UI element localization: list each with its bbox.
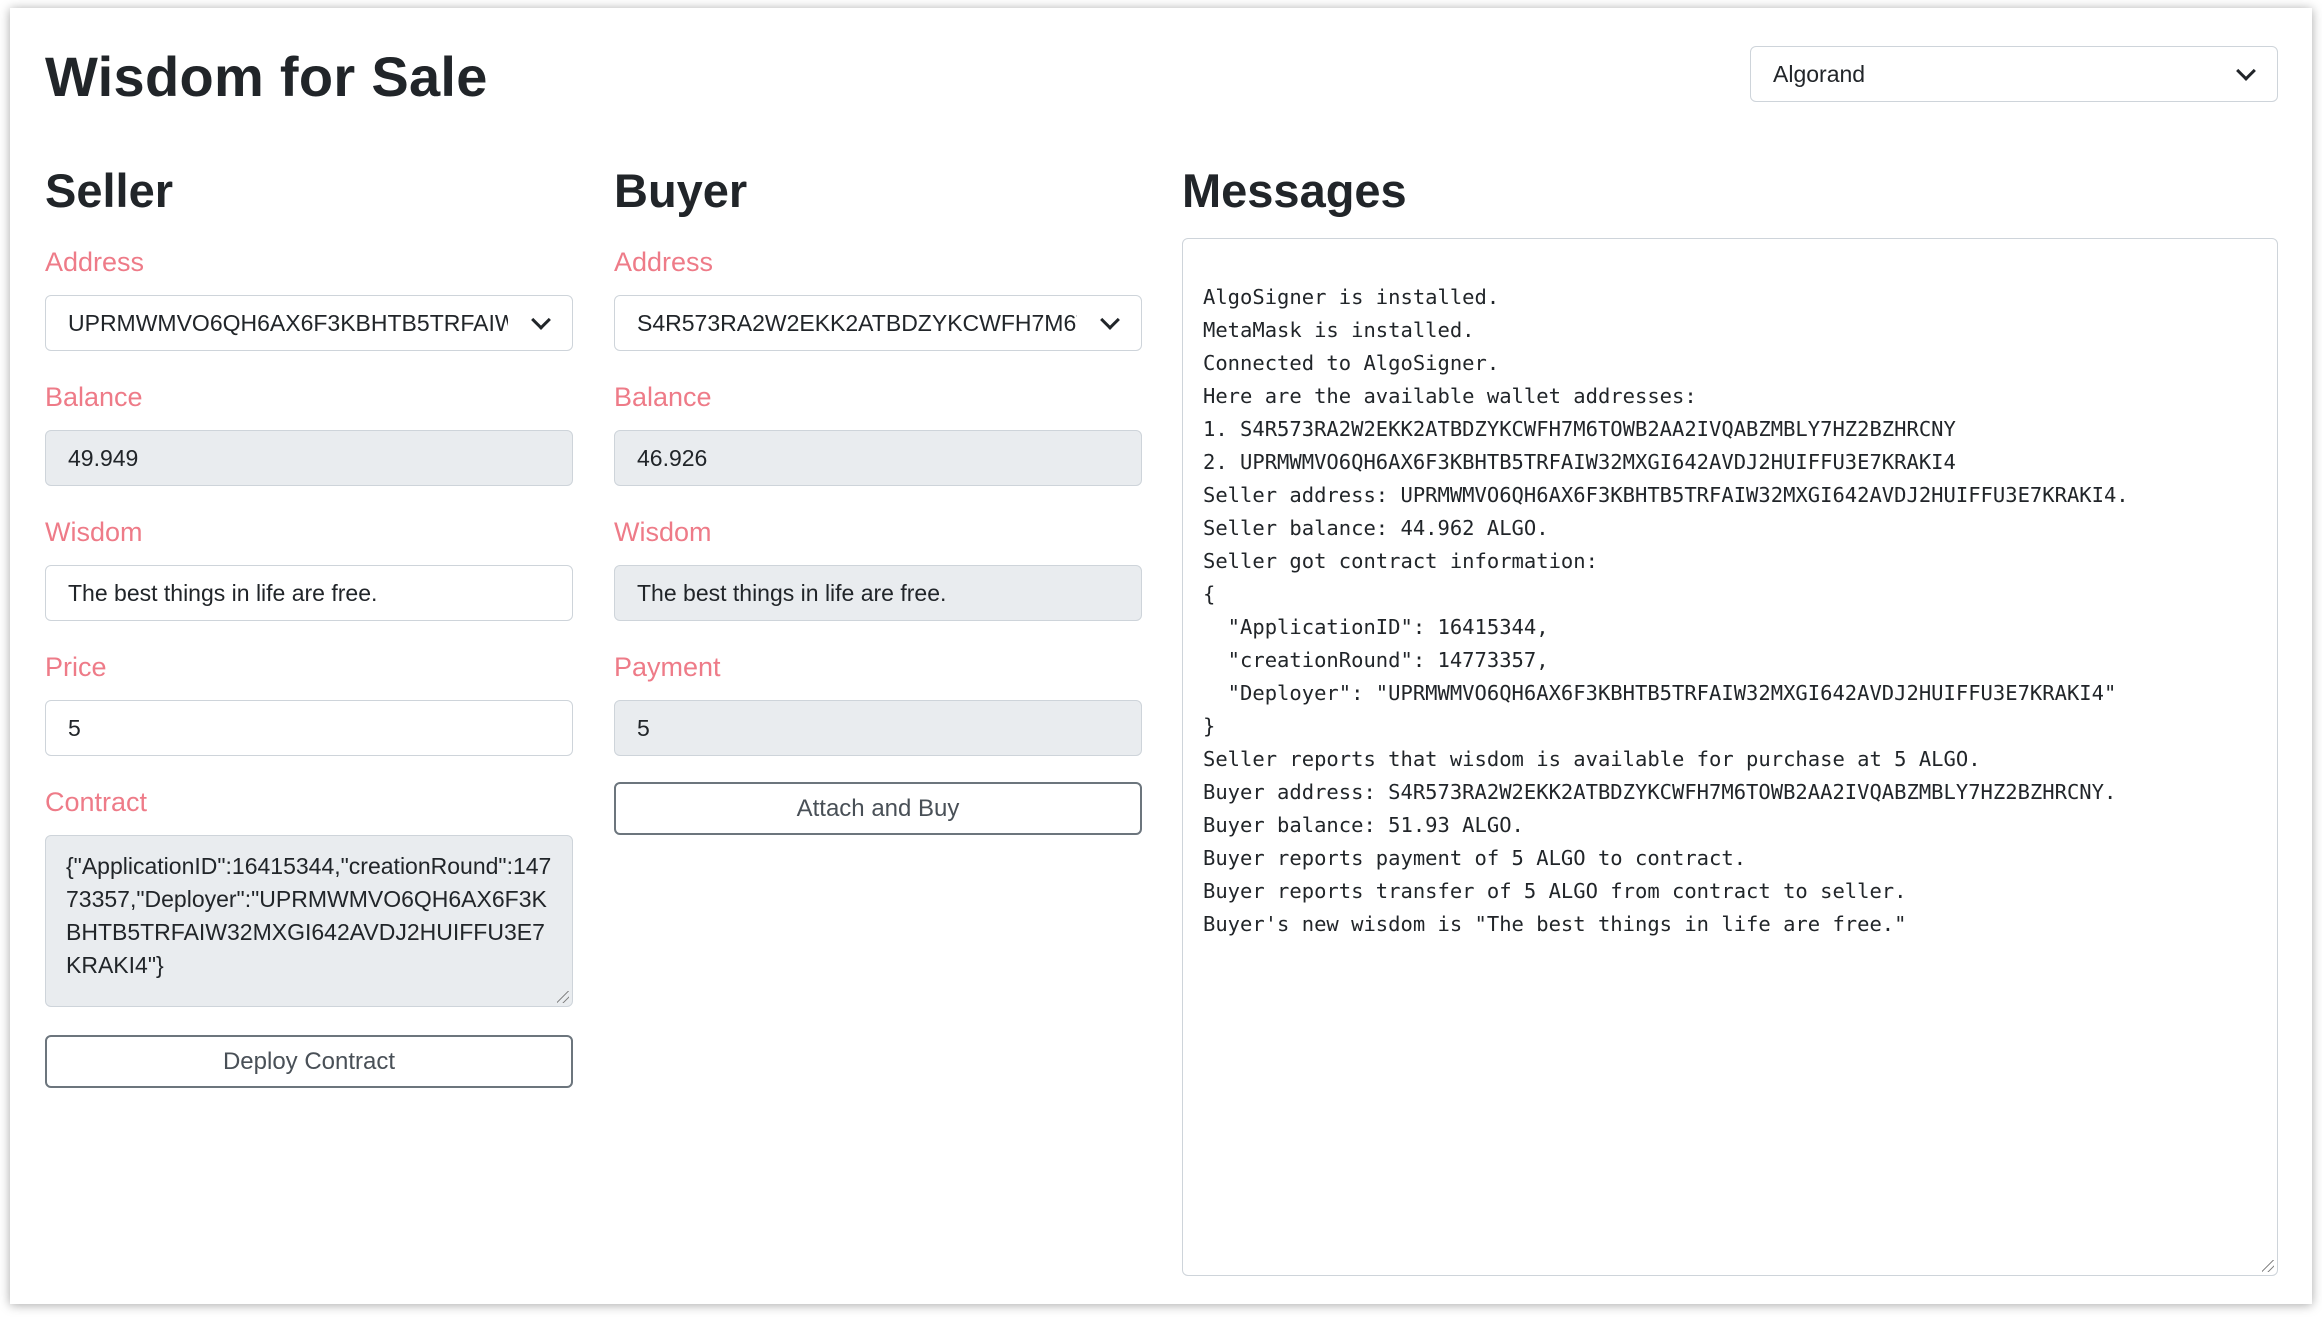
seller-contract-textarea[interactable]: {"ApplicationID":16415344,"creationRound…: [45, 835, 573, 1007]
message-line: "ApplicationID": 16415344,: [1203, 615, 1549, 639]
seller-price-value: 5: [68, 714, 81, 741]
buyer-heading: Buyer: [614, 164, 748, 217]
message-line: Seller reports that wisdom is available …: [1203, 747, 1981, 771]
seller-contract-label: Contract: [45, 787, 148, 817]
message-line: Buyer's new wisdom is "The best things i…: [1203, 912, 1907, 936]
seller-address-value: UPRMWMVO6QH6AX6F3KBHTB5TRFAIW32MXGI642AV…: [68, 309, 508, 336]
buyer-wisdom-field: The best things in life are free.: [614, 565, 1142, 621]
chevron-down-icon: [2236, 61, 2256, 81]
buyer-balance-label: Balance: [614, 382, 712, 412]
app-window: Wisdom for Sale Algorand Seller Address …: [10, 8, 2312, 1304]
message-line: "creationRound": 14773357,: [1203, 648, 1549, 672]
message-line: MetaMask is installed.: [1203, 318, 1475, 342]
seller-address-label: Address: [45, 247, 145, 277]
message-line: Seller got contract information:: [1203, 549, 1598, 573]
message-line: Buyer address: S4R573RA2W2EKK2ATBDZYKCWF…: [1203, 780, 2117, 804]
message-line: Seller address: UPRMWMVO6QH6AX6F3KBHTB5T…: [1203, 483, 2129, 507]
seller-balance-field: 49.949: [45, 430, 573, 486]
buyer-wisdom-label: Wisdom: [614, 517, 712, 547]
message-line: AlgoSigner is installed.: [1203, 285, 1500, 309]
message-line: 1. S4R573RA2W2EKK2ATBDZYKCWFH7M6TOWB2AA2…: [1203, 417, 1956, 441]
seller-heading: Seller: [45, 164, 174, 217]
buyer-balance-value: 46.926: [637, 444, 708, 471]
deploy-contract-button[interactable]: Deploy Contract: [45, 1035, 573, 1088]
seller-price-input[interactable]: 5: [45, 700, 573, 756]
seller-balance-value: 49.949: [68, 444, 139, 471]
message-line: {: [1203, 582, 1216, 606]
resize-handle-icon[interactable]: [557, 991, 569, 1003]
chevron-down-icon: [531, 310, 551, 330]
chevron-down-icon: [1100, 310, 1120, 330]
seller-wisdom-input[interactable]: The best things in life are free.: [45, 565, 573, 621]
seller-wisdom-label: Wisdom: [45, 517, 143, 547]
attach-and-buy-button[interactable]: Attach and Buy: [614, 782, 1142, 835]
network-select[interactable]: Algorand: [1750, 46, 2278, 102]
message-line: }: [1203, 714, 1216, 738]
message-line: "Deployer": "UPRMWMVO6QH6AX6F3KBHTB5TRFA…: [1203, 681, 2117, 705]
message-line: Buyer reports transfer of 5 ALGO from co…: [1203, 879, 1907, 903]
buyer-address-value: S4R573RA2W2EKK2ATBDZYKCWFH7M6TOWB2AA2IVQ…: [637, 309, 1077, 336]
messages-log[interactable]: AlgoSigner is installed. MetaMask is ins…: [1182, 238, 2278, 1276]
seller-address-select[interactable]: UPRMWMVO6QH6AX6F3KBHTB5TRFAIW32MXGI642AV…: [45, 295, 573, 351]
buyer-payment-field: 5: [614, 700, 1142, 756]
message-line: Here are the available wallet addresses:: [1203, 384, 1697, 408]
message-line: Connected to AlgoSigner.: [1203, 351, 1500, 375]
seller-balance-label: Balance: [45, 382, 143, 412]
buyer-address-select[interactable]: S4R573RA2W2EKK2ATBDZYKCWFH7M6TOWB2AA2IVQ…: [614, 295, 1142, 351]
buyer-balance-field: 46.926: [614, 430, 1142, 486]
message-line: 2. UPRMWMVO6QH6AX6F3KBHTB5TRFAIW32MXGI64…: [1203, 450, 1956, 474]
message-line: Seller balance: 44.962 ALGO.: [1203, 516, 1549, 540]
messages-heading: Messages: [1182, 164, 1407, 217]
buyer-panel: Buyer Address S4R573RA2W2EKK2ATBDZYKCWFH…: [614, 158, 1142, 835]
message-line: Buyer balance: 51.93 ALGO.: [1203, 813, 1524, 837]
seller-wisdom-value: The best things in life are free.: [68, 579, 378, 606]
network-select-value: Algorand: [1773, 60, 1866, 87]
message-line: Buyer reports payment of 5 ALGO to contr…: [1203, 846, 1747, 870]
buyer-payment-label: Payment: [614, 652, 721, 682]
seller-panel: Seller Address UPRMWMVO6QH6AX6F3KBHTB5TR…: [45, 158, 573, 1088]
buyer-address-label: Address: [614, 247, 714, 277]
seller-contract-value: {"ApplicationID":16415344,"creationRound…: [66, 853, 552, 978]
messages-panel: Messages AlgoSigner is installed. MetaMa…: [1182, 158, 2278, 1276]
buyer-payment-value: 5: [637, 714, 650, 741]
page-title: Wisdom for Sale: [45, 45, 488, 108]
seller-price-label: Price: [45, 652, 107, 682]
resize-handle-icon[interactable]: [2262, 1260, 2274, 1272]
buyer-wisdom-value: The best things in life are free.: [637, 579, 947, 606]
